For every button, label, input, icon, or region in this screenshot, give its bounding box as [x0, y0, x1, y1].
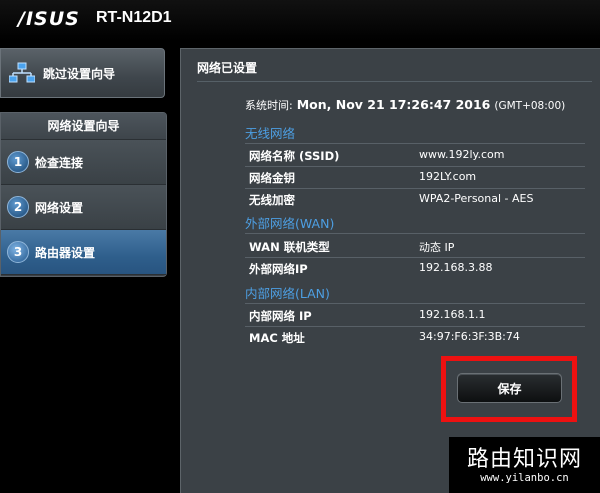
- row-key: MAC 地址: [249, 331, 305, 345]
- row-value: 192.168.1.1: [419, 308, 486, 321]
- divider: [245, 326, 585, 327]
- network-summary-panel: 网络已设置 系统时间: Mon, Nov 21 17:26:47 2016 (GMT…: [180, 48, 600, 493]
- row-key: 无线加密: [249, 193, 295, 207]
- network-topology-icon: [7, 60, 37, 86]
- router-model: RT-N12D1: [96, 9, 172, 26]
- row-key: 网络金钥: [249, 171, 295, 185]
- row-value: 34:97:F6:3F:3B:74: [419, 330, 520, 343]
- setup-wizard-panel: 网络设置向导 1 检查连接 2 网络设置 3 路由器设置: [0, 112, 167, 277]
- system-time-label: 系统时间:: [245, 99, 293, 112]
- watermark: 路由知识网 www.yilanbo.cn: [449, 437, 600, 493]
- wizard-step-check-connection[interactable]: 1 检查连接: [1, 140, 166, 185]
- divider: [245, 166, 585, 167]
- watermark-title: 路由知识网: [466, 447, 582, 472]
- system-time-zone: (GMT+08:00): [494, 100, 566, 112]
- top-header: /ISUS RT-N12D1: [0, 0, 600, 42]
- system-time: 系统时间: Mon, Nov 21 17:26:47 2016 (GMT+08:00…: [245, 97, 565, 113]
- info-row-lan-ip: 内部网络 IP 192.168.1.1: [249, 306, 579, 326]
- divider: [245, 143, 585, 144]
- divider: [245, 303, 585, 304]
- divider: [245, 233, 585, 234]
- row-value: 192.168.3.88: [419, 261, 493, 274]
- info-row-encryption: 无线加密 WPA2-Personal - AES: [249, 190, 579, 210]
- row-value: WPA2-Personal - AES: [419, 192, 534, 205]
- row-value: www.192ly.com: [419, 148, 505, 161]
- step-label: 网络设置: [35, 200, 84, 215]
- lan-section-heading: 内部网络(LAN): [245, 286, 330, 301]
- row-value: 192LY.com: [419, 170, 477, 183]
- info-row-network-key: 网络金钥 192LY.com: [249, 168, 579, 188]
- wizard-title: 网络设置向导: [1, 113, 166, 140]
- row-key: 网络名称 (SSID): [249, 149, 340, 163]
- info-row-wan-type: WAN 联机类型 动态 IP: [249, 237, 579, 257]
- divider: [245, 257, 585, 258]
- title-divider: [197, 81, 592, 82]
- page-title: 网络已设置: [197, 61, 258, 75]
- row-key: 外部网络IP: [249, 262, 308, 276]
- save-button[interactable]: 保存: [457, 373, 562, 403]
- watermark-url: www.yilanbo.cn: [480, 472, 569, 484]
- skip-wizard-label: 跳过设置向导: [43, 66, 116, 81]
- system-time-value: Mon, Nov 21 17:26:47 2016: [296, 97, 491, 112]
- info-row-mac: MAC 地址 34:97:F6:3F:3B:74: [249, 328, 579, 348]
- step-number-badge: 1: [7, 151, 29, 173]
- step-number-badge: 2: [7, 196, 29, 218]
- wizard-step-router-settings[interactable]: 3 路由器设置: [1, 230, 166, 275]
- step-label: 检查连接: [35, 155, 84, 170]
- row-key: 内部网络 IP: [249, 309, 312, 323]
- divider: [245, 188, 585, 189]
- skip-wizard-button[interactable]: 跳过设置向导: [0, 48, 165, 98]
- step-label: 路由器设置: [35, 245, 96, 260]
- wizard-step-network-settings[interactable]: 2 网络设置: [1, 185, 166, 230]
- wan-section-heading: 外部网络(WAN): [245, 216, 335, 231]
- wireless-section-heading: 无线网络: [245, 126, 296, 141]
- info-row-wan-ip: 外部网络IP 192.168.3.88: [249, 259, 579, 279]
- row-value: 动态 IP: [419, 241, 455, 254]
- info-row-ssid: 网络名称 (SSID) www.192ly.com: [249, 146, 579, 166]
- row-key: WAN 联机类型: [249, 240, 330, 254]
- asus-logo: /ISUS: [18, 8, 80, 30]
- step-number-badge: 3: [7, 241, 29, 263]
